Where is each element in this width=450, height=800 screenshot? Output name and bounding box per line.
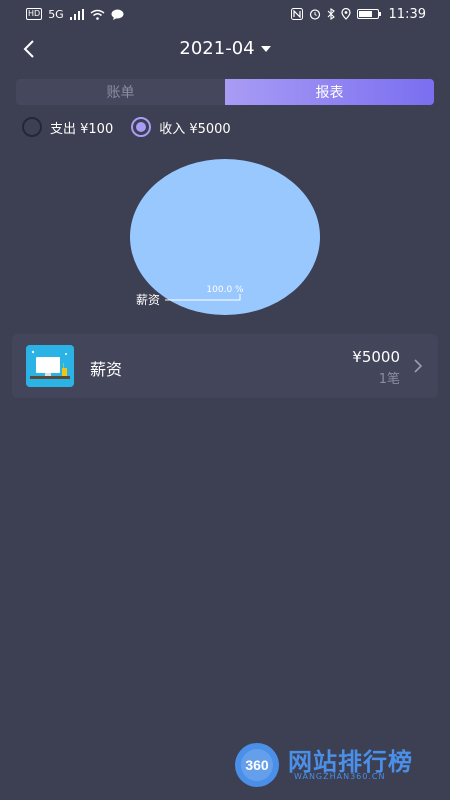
salary-desk-icon <box>26 345 74 387</box>
caret-down-icon <box>260 46 271 52</box>
wifi-icon <box>90 9 105 20</box>
status-time: 11:39 <box>388 6 426 22</box>
header: 2021-04 <box>0 30 450 70</box>
month-picker[interactable]: 2021-04 <box>0 38 450 59</box>
location-icon <box>340 8 351 20</box>
radio-income[interactable]: 收入 ¥5000 <box>131 117 231 137</box>
battery-fill <box>358 11 373 17</box>
radio-expense-label: 支出 ¥100 <box>50 121 114 137</box>
alarm-icon <box>309 9 320 20</box>
watermark-subtitle: WANGZHAN360.CN <box>294 772 386 781</box>
logo-text: 360 <box>245 757 269 773</box>
tab-bills[interactable]: 账单 <box>16 79 225 105</box>
radio-income-label: 收入 ¥5000 <box>159 121 231 137</box>
logo-360: 360 <box>235 743 279 787</box>
pie-slice-label: 薪资 <box>136 293 160 307</box>
watermark: 360 网站排行榜 WANGZHAN360.CN <box>232 740 442 790</box>
radio-expense-dot <box>22 117 42 137</box>
status-bar: HD 5G 11:39 <box>0 0 450 28</box>
radio-income-dot <box>131 117 152 137</box>
pie-percent-label: 100.0 % <box>206 285 244 295</box>
type-filter: 支出 ¥100 收入 ¥5000 <box>22 117 231 137</box>
message-icon <box>111 9 124 20</box>
category-name: 薪资 <box>90 360 123 379</box>
signal-icon <box>69 8 84 20</box>
tab-report[interactable]: 报表 <box>225 79 434 105</box>
radio-expense[interactable]: 支出 ¥100 <box>22 117 113 137</box>
bluetooth-icon <box>327 8 335 20</box>
battery-icon <box>356 9 381 19</box>
status-left: HD 5G <box>26 8 124 20</box>
category-amount: ¥5000 <box>352 348 400 366</box>
tab-bar: 账单 报表 <box>16 79 434 105</box>
month-label: 2021-04 <box>179 38 255 59</box>
category-item-salary[interactable]: 薪资 ¥5000 1笔 <box>12 334 438 398</box>
hd-badge: HD <box>26 8 43 20</box>
chevron-right-icon <box>414 359 423 373</box>
nfc-icon <box>290 8 303 20</box>
status-right: 11:39 <box>290 6 426 22</box>
pie-chart: 100.0 % 薪资 <box>130 159 320 315</box>
category-count: 1笔 <box>378 372 400 387</box>
network-label: 5G <box>48 7 64 21</box>
